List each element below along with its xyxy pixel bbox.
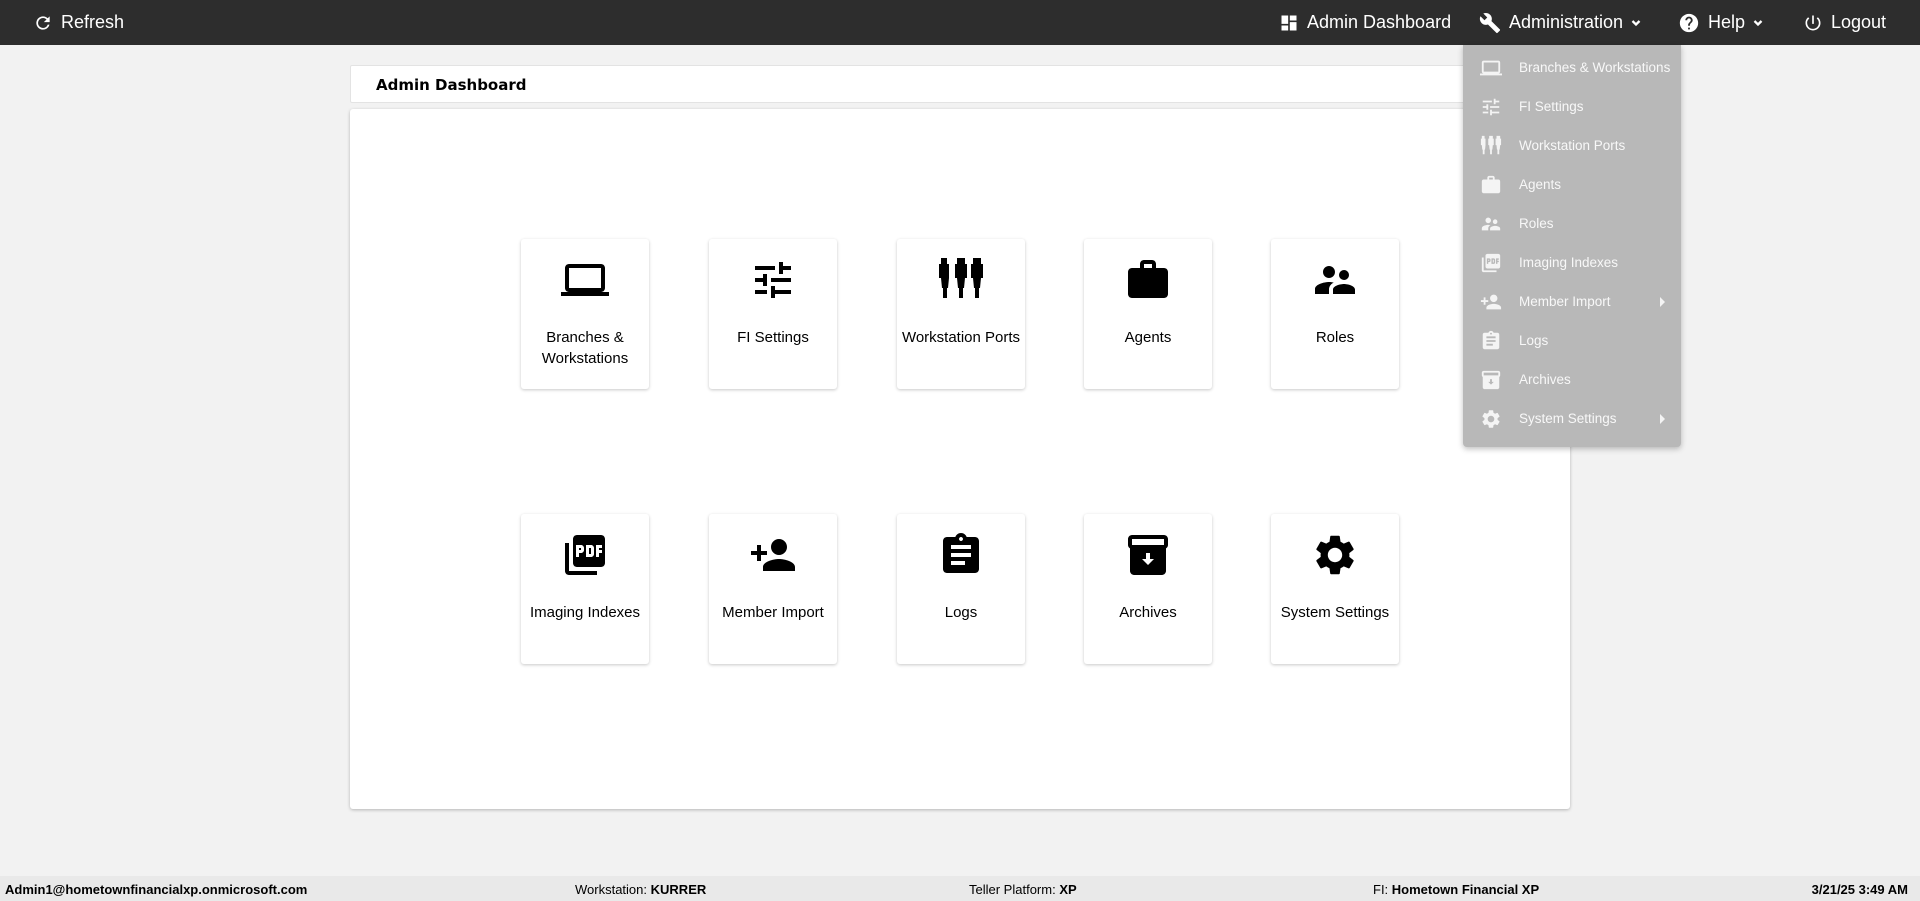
status-fi: FI: Hometown Financial XP	[1373, 882, 1539, 897]
gear-icon	[1316, 535, 1354, 575]
administration-dropdown-menu: Branches & Workstations FI Settings Work…	[1463, 45, 1681, 447]
pdf-icon	[1481, 253, 1501, 272]
people-icon	[1481, 217, 1501, 230]
laptop-icon	[561, 264, 609, 296]
tile-system-settings[interactable]: System Settings	[1271, 514, 1399, 664]
status-datetime: 3/21/25 3:49 AM	[1812, 882, 1908, 897]
status-bar: Admin1@hometownfinancialxp.onmicrosoft.c…	[0, 876, 1920, 901]
tile-roles[interactable]: Roles	[1271, 239, 1399, 389]
menu-item-archives[interactable]: Archives	[1463, 360, 1681, 399]
ports-icon	[939, 258, 983, 298]
menu-item-label: Roles	[1519, 216, 1554, 231]
admin-dashboard-nav[interactable]: Admin Dashboard	[1279, 0, 1451, 45]
administration-menu-button[interactable]: Administration	[1479, 0, 1643, 45]
platform-value: XP	[1059, 882, 1077, 897]
menu-item-agents[interactable]: Agents	[1463, 165, 1681, 204]
chevron-down-icon	[1631, 19, 1641, 26]
refresh-button[interactable]: Refresh	[33, 0, 124, 45]
tile-member-import[interactable]: Member Import	[709, 514, 837, 664]
submenu-arrow-icon	[1660, 413, 1665, 424]
logout-label: Logout	[1831, 12, 1887, 32]
menu-item-imaging-indexes[interactable]: Imaging Indexes	[1463, 243, 1681, 282]
status-platform: Teller Platform: XP	[969, 882, 1077, 897]
menu-item-fi-settings[interactable]: FI Settings	[1463, 87, 1681, 126]
menu-item-member-import[interactable]: Member Import	[1463, 282, 1681, 321]
wrench-icon	[1479, 12, 1501, 33]
help-icon	[1679, 13, 1699, 32]
laptop-icon	[1480, 60, 1502, 75]
menu-item-label: Workstation Ports	[1519, 138, 1626, 153]
clipboard-icon	[1482, 330, 1500, 349]
tile-fi-settings[interactable]: FI Settings	[709, 239, 837, 389]
tile-label: Branches & Workstations	[541, 329, 629, 367]
submenu-arrow-icon	[1660, 296, 1665, 307]
clipboard-icon	[943, 533, 979, 573]
logout-button[interactable]: Logout	[1803, 0, 1886, 45]
menu-item-label: System Settings	[1519, 411, 1617, 426]
chevron-down-icon	[1753, 19, 1763, 26]
menu-item-roles[interactable]: Roles	[1463, 204, 1681, 243]
archive-icon	[1128, 535, 1168, 575]
top-navigation-bar: Refresh Admin Dashboard Administration H…	[0, 0, 1920, 45]
menu-item-system-settings[interactable]: System Settings	[1463, 399, 1681, 438]
tile-logs[interactable]: Logs	[897, 514, 1025, 664]
tile-label: Workstation Ports	[901, 329, 1021, 346]
admin-dashboard-label: Admin Dashboard	[1307, 12, 1452, 32]
refresh-label: Refresh	[61, 12, 125, 32]
menu-item-label: FI Settings	[1519, 99, 1584, 114]
tile-label: Member Import	[722, 604, 824, 621]
status-workstation: Workstation: KURRER	[575, 882, 706, 897]
refresh-icon	[36, 15, 50, 30]
person-add-icon	[751, 539, 795, 571]
fi-label: FI:	[1373, 882, 1389, 897]
dashboard-icon	[1281, 15, 1297, 30]
menu-item-label: Member Import	[1519, 294, 1611, 309]
menu-item-label: Agents	[1519, 177, 1562, 192]
tile-label: Imaging Indexes	[529, 604, 641, 621]
menu-item-logs[interactable]: Logs	[1463, 321, 1681, 360]
status-user: Admin1@hometownfinancialxp.onmicrosoft.c…	[5, 882, 307, 897]
pdf-icon	[565, 535, 605, 575]
tile-branches-workstations[interactable]: Branches & Workstations	[521, 239, 649, 389]
administration-label: Administration	[1509, 12, 1624, 32]
ports-icon	[1480, 135, 1502, 154]
tile-label: Logs	[944, 604, 978, 621]
workstation-value: KURRER	[650, 882, 707, 897]
tune-icon	[755, 262, 791, 298]
tile-archives[interactable]: Archives	[1084, 514, 1212, 664]
fi-value: Hometown Financial XP	[1391, 882, 1540, 897]
gear-icon	[1482, 409, 1500, 428]
power-icon	[1805, 15, 1821, 30]
menu-item-workstation-ports[interactable]: Workstation Ports	[1463, 126, 1681, 165]
tile-workstation-ports[interactable]: Workstation Ports	[897, 239, 1025, 389]
briefcase-icon	[1128, 260, 1168, 298]
briefcase-icon	[1481, 175, 1501, 193]
platform-label: Teller Platform:	[969, 882, 1056, 897]
help-label: Help	[1708, 12, 1746, 32]
tile-label: Archives	[1119, 604, 1177, 621]
page-title: Admin Dashboard	[376, 76, 527, 94]
people-icon	[1315, 266, 1355, 294]
tile-label: FI Settings	[737, 329, 809, 346]
tune-icon	[1482, 98, 1500, 115]
menu-item-label: Branches & Workstations	[1519, 60, 1671, 75]
archive-icon	[1481, 370, 1501, 389]
workstation-label: Workstation:	[575, 882, 648, 897]
menu-item-label: Logs	[1519, 333, 1549, 348]
tile-label: System Settings	[1280, 604, 1390, 621]
tile-label: Agents	[1124, 329, 1172, 346]
page-title-panel: Admin Dashboard	[350, 65, 1570, 103]
datetime-value: 3/21/25 3:49 AM	[1811, 882, 1908, 897]
dashboard-card: Branches & Workstations FI Settings Work…	[350, 109, 1570, 809]
help-menu-button[interactable]: Help	[1678, 0, 1765, 45]
tile-label: Roles	[1315, 329, 1355, 346]
person-add-icon	[1480, 294, 1502, 309]
tile-imaging-indexes[interactable]: Imaging Indexes	[521, 514, 649, 664]
menu-item-label: Archives	[1519, 372, 1571, 387]
user-email: Admin1@hometownfinancialxp.onmicrosoft.c…	[5, 882, 308, 897]
menu-item-branches-workstations[interactable]: Branches & Workstations	[1463, 48, 1681, 87]
menu-item-label: Imaging Indexes	[1519, 255, 1619, 270]
tile-agents[interactable]: Agents	[1084, 239, 1212, 389]
